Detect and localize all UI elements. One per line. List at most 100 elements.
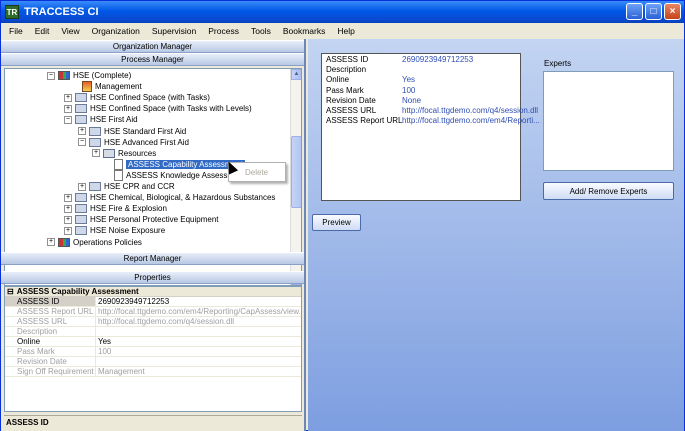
tree-item[interactable]: + Resources (92, 148, 156, 159)
expand-icon[interactable]: + (64, 226, 72, 235)
context-menu: Delete (228, 162, 286, 182)
folder-icon (75, 115, 87, 125)
property-value[interactable]: http://focal.ttgdemo.com/em4/Reporting/C… (96, 307, 301, 316)
tree-item[interactable]: − HSE Advanced First Aid (78, 137, 189, 148)
tree-item[interactable]: + Operations Policies (47, 237, 142, 248)
expand-icon[interactable]: + (64, 104, 72, 113)
collapse-icon[interactable]: − (78, 138, 86, 147)
collapse-icon[interactable]: − (64, 115, 72, 124)
tree-item[interactable]: Management (71, 81, 142, 93)
title-bar[interactable]: TR TRACCESS CI _ □ × (1, 1, 684, 23)
menu-tools[interactable]: Tools (251, 26, 271, 36)
property-value[interactable] (96, 357, 301, 366)
tree-item[interactable]: + HSE Confined Space (with Tasks with Lev… (64, 103, 252, 114)
report-manager-header[interactable]: Report Manager (1, 252, 304, 265)
expand-icon[interactable]: + (64, 93, 72, 102)
detail-key: ASSESS URL (326, 106, 377, 115)
property-name: Online (5, 337, 96, 346)
menu-organization[interactable]: Organization (92, 26, 140, 36)
menu-supervision[interactable]: Supervision (152, 26, 196, 36)
expand-icon[interactable]: + (78, 182, 86, 191)
property-row[interactable]: Pass Mark 100 (5, 347, 301, 357)
add-remove-experts-button[interactable]: Add/ Remove Experts (543, 182, 674, 200)
folder-icon (75, 204, 87, 214)
detail-value: 100 (402, 85, 416, 95)
collapse-icon[interactable]: − (47, 71, 55, 80)
folder-icon (75, 215, 87, 225)
menu-file[interactable]: File (9, 26, 23, 36)
property-value[interactable]: http://focal.ttgdemo.com/q4/session.dll (96, 317, 301, 326)
property-value[interactable]: 2690923949712253 (96, 297, 301, 306)
collapse-icon[interactable]: ⊟ (7, 287, 14, 296)
tree-item[interactable]: − HSE First Aid (64, 114, 138, 125)
expand-icon[interactable]: + (47, 238, 55, 246)
property-value[interactable] (96, 327, 301, 336)
scroll-thumb[interactable] (291, 136, 301, 208)
detail-row: Description (326, 65, 402, 74)
organization-manager-header[interactable]: Organization Manager (1, 40, 304, 53)
menu-edit[interactable]: Edit (35, 26, 50, 36)
menu-bookmarks[interactable]: Bookmarks (283, 26, 326, 36)
tree-item[interactable]: + HSE CPR and CCR (78, 181, 175, 192)
detail-value: 2690923949712253 (402, 55, 474, 64)
folder-icon (89, 137, 101, 147)
property-row[interactable]: ASSESS URL http://focal.ttgdemo.com/q4/se… (5, 317, 301, 327)
tree-item[interactable]: − HSE (Complete) (47, 70, 131, 81)
property-row[interactable]: ASSESS ID 2690923949712253 (5, 297, 301, 307)
property-name: Description (5, 327, 96, 336)
property-name: ASSESS URL (5, 317, 96, 326)
experts-list[interactable] (543, 71, 674, 171)
tree-item[interactable]: ASSESS Knowledge Assessmen (103, 169, 243, 181)
tree-item[interactable]: + HSE Fire & Explosion (64, 203, 167, 214)
expand-icon[interactable]: + (78, 127, 86, 135)
menu-view[interactable]: View (61, 26, 79, 36)
tree-item[interactable]: + HSE Personal Protective Equipment (64, 214, 219, 225)
tree-item-label: HSE First Aid (90, 115, 138, 125)
property-value[interactable]: Management (96, 367, 301, 376)
detail-key: Pass Mark (326, 85, 364, 95)
expand-icon[interactable]: + (92, 149, 100, 158)
process-manager-header[interactable]: Process Manager (1, 53, 304, 66)
property-category[interactable]: ⊟ ASSESS Capability Assessment (5, 287, 301, 297)
preview-button[interactable]: Preview (312, 214, 361, 231)
detail-key: Description (326, 65, 367, 75)
property-row[interactable]: Sign Off Requirement Management (5, 367, 301, 377)
expand-icon[interactable]: + (64, 193, 72, 202)
detail-key: Online (326, 75, 350, 85)
menu-help[interactable]: Help (337, 26, 354, 36)
property-value[interactable]: Yes (96, 337, 301, 346)
property-value[interactable]: 100 (96, 347, 301, 356)
tree-item[interactable]: + HSE Confined Space (with Tasks) (64, 92, 210, 103)
expand-icon[interactable]: + (64, 215, 72, 224)
tree-item[interactable]: + HSE Standard First Aid (78, 126, 186, 137)
property-row[interactable]: Revision Date (5, 357, 301, 367)
tree-item-label: HSE Advanced First Aid (104, 137, 189, 147)
tree-item-label: Resources (118, 148, 157, 158)
folder-icon (75, 104, 87, 114)
minimize-icon[interactable]: _ (626, 3, 643, 20)
property-row[interactable]: Online Yes (5, 337, 301, 347)
properties-header: Properties (1, 271, 304, 284)
scroll-up-icon[interactable]: ▲ (291, 69, 301, 80)
maximize-icon[interactable]: □ (645, 3, 662, 20)
tree-item[interactable]: + HSE Chemical, Biological, & Hazardous S… (64, 192, 275, 203)
property-row[interactable]: ASSESS Report URL http://focal.ttgdemo.co… (5, 307, 301, 317)
property-row[interactable]: Description (5, 327, 301, 337)
folder-icon (89, 126, 101, 136)
tree-item-label: HSE Personal Protective Equipment (90, 215, 219, 225)
course-icon (58, 237, 70, 247)
expand-icon[interactable]: + (64, 204, 72, 213)
tree-item-label: ASSESS Knowledge Assessmen (126, 170, 243, 180)
property-grid[interactable]: ⊟ ASSESS Capability Assessment ASSESS ID… (4, 286, 302, 412)
property-name: Sign Off Requirement (5, 367, 96, 376)
tree-item-label: HSE Standard First Aid (104, 126, 187, 136)
menu-process[interactable]: Process (208, 26, 239, 36)
context-menu-delete[interactable]: Delete (245, 168, 268, 177)
property-description: ASSESS ID (4, 415, 302, 429)
tree-item-label: HSE Noise Exposure (90, 226, 166, 236)
close-icon[interactable]: × (664, 3, 681, 20)
tree-item[interactable]: + HSE Noise Exposure (64, 225, 165, 236)
property-name: ASSESS ID (5, 297, 96, 306)
